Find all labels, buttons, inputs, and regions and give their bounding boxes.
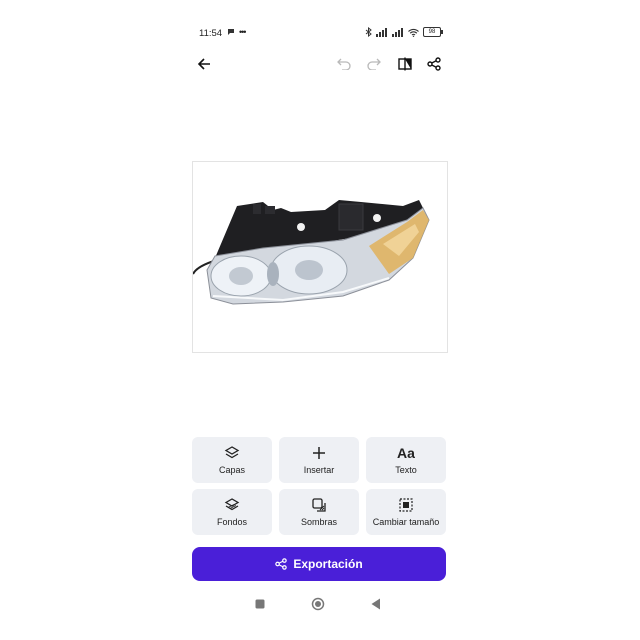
shadows-tile[interactable]: Sombras [279,489,359,535]
status-bar: 11:54 ••• 98 [199,26,443,42]
wifi-icon [408,28,419,37]
resize-tile-label: Cambiar tamaño [372,517,440,527]
resize-icon [399,498,413,512]
layers-icon [224,446,240,459]
plus-icon [313,447,325,459]
share-icon [427,57,441,71]
export-button-label: Exportación [293,557,363,571]
circle-icon [311,597,325,611]
triangle-back-icon [371,598,380,610]
insert-tile[interactable]: Insertar [279,437,359,483]
undo-icon [337,58,351,70]
signal-icon-2 [392,27,403,37]
battery-level: 98 [428,29,436,35]
layers-tile[interactable]: Capas [192,437,272,483]
share-icon [275,558,288,570]
bluetooth-icon [365,27,372,37]
shadows-tile-label: Sombras [300,517,337,527]
phone-screen: 11:54 ••• 98 Capas Insertar Aa Texto Fon… [186,18,454,630]
square-icon [255,599,265,609]
status-system-icons: 98 [365,27,443,37]
text-tile[interactable]: Aa Texto [366,437,446,483]
more-notifications-icon: ••• [239,27,247,37]
redo-button[interactable] [362,52,386,76]
redo-icon [367,58,381,70]
text-aa-icon: Aa [397,445,415,461]
backgrounds-tile[interactable]: Fondos [192,489,272,535]
recents-button[interactable] [252,596,268,612]
design-canvas[interactable] [192,161,448,353]
backgrounds-tile-label: Fondos [216,517,248,527]
home-button[interactable] [310,596,326,612]
battery-icon: 98 [423,27,443,37]
shadow-icon [312,498,326,512]
export-button[interactable]: Exportación [192,547,446,581]
signal-icon [376,27,387,37]
share-button[interactable] [422,52,446,76]
insert-tile-label: Insertar [303,465,335,475]
compare-button[interactable] [393,52,417,76]
background-layers-icon [224,498,240,511]
compare-icon [398,57,412,71]
system-nav-bar [186,592,454,616]
status-time: 11:54 [199,28,223,39]
layers-tile-label: Capas [218,465,245,475]
text-tile-label: Texto [395,465,417,475]
editor-toolbar [186,52,454,76]
message-icon [228,29,234,35]
back-button[interactable] [192,52,216,76]
headlight-image[interactable] [192,162,447,352]
back-nav-button[interactable] [368,596,384,612]
resize-tile[interactable]: Cambiar tamaño [366,489,446,535]
back-arrow-icon [197,58,210,70]
status-notifications: ••• [227,27,247,37]
undo-button[interactable] [332,52,356,76]
